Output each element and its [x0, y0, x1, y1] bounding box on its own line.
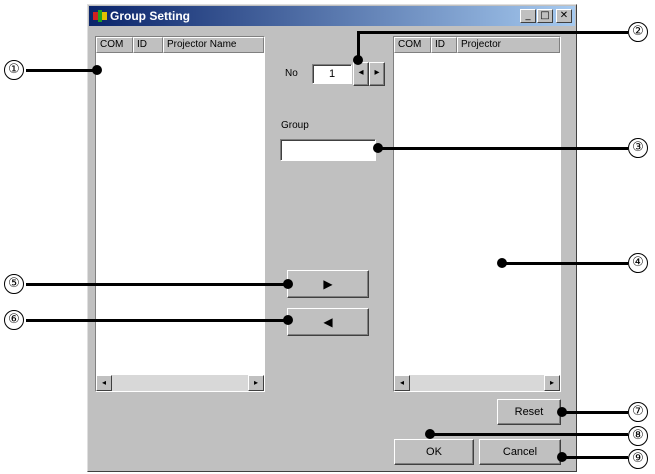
group-projectors-list[interactable]: COM ID Projector ◂ ▸: [393, 36, 561, 392]
callout-5: ⑤: [4, 274, 24, 294]
column-header-com[interactable]: COM: [394, 37, 431, 53]
callout-3-dot: [373, 143, 383, 153]
callout-7: ⑦: [628, 402, 648, 422]
callout-8-line: [430, 433, 628, 436]
cancel-button[interactable]: Cancel: [479, 439, 561, 465]
callout-8: ⑧: [628, 426, 648, 446]
callout-1-line: [26, 69, 96, 72]
scroll-left-icon[interactable]: ◂: [394, 375, 410, 391]
scroll-right-icon[interactable]: ▸: [248, 375, 264, 391]
minimize-button[interactable]: _: [520, 9, 536, 23]
group-label: Group: [281, 120, 309, 131]
scroll-right-icon[interactable]: ▸: [544, 375, 560, 391]
column-header-id[interactable]: ID: [431, 37, 457, 53]
callout-9: ⑨: [628, 449, 648, 469]
available-projectors-list[interactable]: COM ID Projector Name ◂ ▸: [95, 36, 265, 392]
callout-2-line: [358, 31, 628, 34]
group-number-field[interactable]: 1: [312, 64, 352, 84]
column-header-projector[interactable]: Projector: [457, 37, 560, 53]
previous-group-button[interactable]: ◂: [353, 62, 369, 86]
callout-1-dot: [92, 65, 102, 75]
callout-8-dot: [425, 429, 435, 439]
callout-6-dot: [283, 315, 293, 325]
callout-1: ①: [4, 60, 24, 80]
callout-9-dot: [557, 452, 567, 462]
ok-button[interactable]: OK: [394, 439, 474, 465]
close-button[interactable]: ✕: [556, 9, 572, 23]
column-header-projector-name[interactable]: Projector Name: [163, 37, 264, 53]
scroll-left-icon[interactable]: ◂: [96, 375, 112, 391]
no-label: No: [285, 68, 298, 79]
reset-button[interactable]: Reset: [497, 399, 561, 425]
remove-from-group-button[interactable]: ◀: [287, 308, 369, 336]
callout-7-dot: [557, 407, 567, 417]
next-group-button[interactable]: ▸: [369, 62, 385, 86]
callout-4-dot: [497, 258, 507, 268]
callout-4: ④: [628, 253, 648, 273]
add-to-group-button[interactable]: ▶: [287, 270, 369, 298]
column-header-com[interactable]: COM: [96, 37, 133, 53]
callout-2-dot: [353, 55, 363, 65]
callout-7-line: [562, 411, 628, 414]
callout-2: ②: [628, 22, 648, 42]
group-name-input[interactable]: [280, 139, 376, 161]
callout-3-line: [378, 147, 628, 150]
callout-6-line: [26, 319, 288, 322]
callout-5-dot: [283, 279, 293, 289]
callout-3: ③: [628, 138, 648, 158]
maximize-button[interactable]: □: [537, 9, 553, 23]
column-header-id[interactable]: ID: [133, 37, 163, 53]
callout-6: ⑥: [4, 310, 24, 330]
horizontal-scrollbar[interactable]: ◂ ▸: [394, 375, 560, 391]
callout-4-line: [502, 262, 628, 265]
window-title: Group Setting: [110, 9, 190, 23]
callout-9-line: [562, 456, 628, 459]
app-icon: [93, 10, 107, 22]
horizontal-scrollbar[interactable]: ◂ ▸: [96, 375, 264, 391]
callout-5-line: [26, 283, 288, 286]
